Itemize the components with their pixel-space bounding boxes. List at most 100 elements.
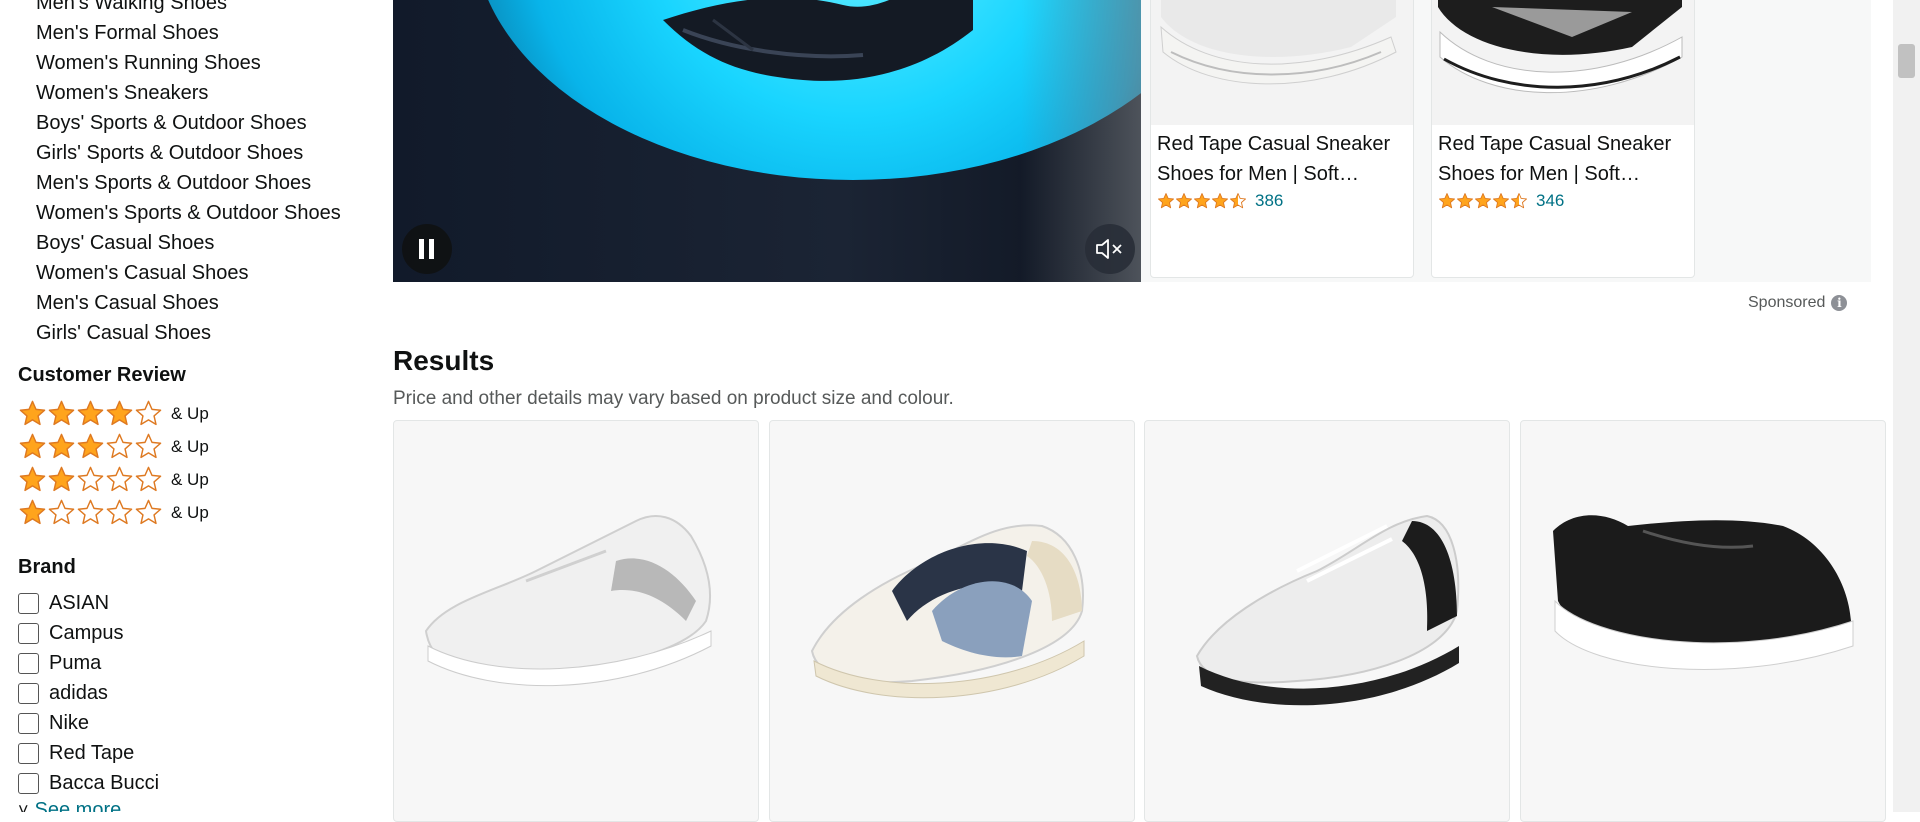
category-link[interactable]: Women's Running Shoes bbox=[36, 48, 341, 78]
brand-filter-bacca-bucci[interactable]: Bacca Bucci bbox=[18, 768, 159, 798]
sponsored-product-card[interactable]: Red Tape Casual Sneaker Shoes for Men | … bbox=[1431, 0, 1695, 278]
star-icon bbox=[48, 466, 75, 492]
product-card[interactable] bbox=[1144, 420, 1510, 822]
product-image bbox=[810, 524, 1085, 699]
info-icon[interactable]: i bbox=[1831, 295, 1848, 311]
title-line: Shoes for Men | Soft… bbox=[1157, 163, 1359, 185]
star-icon bbox=[106, 466, 133, 492]
sponsored-product-card[interactable]: Red Tape Casual Sneaker Shoes for Men | … bbox=[1150, 0, 1414, 278]
sponsored-label[interactable]: Sponsored i bbox=[1748, 294, 1848, 312]
category-link[interactable]: Men's Formal Shoes bbox=[36, 18, 341, 48]
checkbox[interactable] bbox=[18, 652, 39, 674]
star-icon bbox=[135, 466, 162, 492]
star-icon bbox=[135, 400, 162, 426]
star-rating bbox=[18, 498, 163, 527]
rating-count[interactable]: 346 bbox=[1536, 191, 1564, 211]
star-icon bbox=[48, 400, 75, 426]
category-link[interactable]: Men's Sports & Outdoor Shoes bbox=[36, 168, 341, 198]
rating-count[interactable]: 386 bbox=[1255, 191, 1283, 211]
star-icon bbox=[48, 433, 75, 459]
brand-filter-asian[interactable]: ASIAN bbox=[18, 588, 109, 618]
mute-button[interactable] bbox=[1085, 224, 1135, 274]
checkbox[interactable] bbox=[18, 742, 39, 764]
star-icon bbox=[135, 433, 162, 459]
checkbox[interactable] bbox=[18, 592, 39, 614]
product-image bbox=[1195, 514, 1460, 706]
sponsored-video[interactable] bbox=[393, 0, 1141, 282]
customer-review-heading: Customer Review bbox=[18, 364, 186, 386]
category-link[interactable]: Women's Casual Shoes bbox=[36, 258, 341, 288]
product-title[interactable]: Red Tape Casual Sneaker Shoes for Men | … bbox=[1157, 129, 1407, 189]
brand-filter-campus[interactable]: Campus bbox=[18, 618, 123, 648]
star-rating bbox=[18, 432, 163, 461]
category-link[interactable]: Boys' Sports & Outdoor Shoes bbox=[36, 108, 341, 138]
product-image bbox=[1553, 515, 1854, 670]
pause-icon bbox=[419, 239, 434, 259]
sponsored-text: Sponsored bbox=[1748, 294, 1826, 311]
category-link[interactable]: Men's Walking Shoes bbox=[36, 0, 341, 18]
chevron-down-icon: ˅ bbox=[18, 800, 29, 812]
star-icon bbox=[135, 499, 162, 525]
star-icon bbox=[106, 433, 133, 459]
category-link[interactable]: Men's Casual Shoes bbox=[36, 288, 341, 318]
title-line: Red Tape Casual Sneaker bbox=[1438, 133, 1672, 155]
review-filter-2-up[interactable]: & Up bbox=[18, 463, 209, 496]
star-icon bbox=[48, 499, 75, 525]
brand-label: Bacca Bucci bbox=[49, 771, 160, 794]
product-card[interactable] bbox=[1520, 420, 1886, 822]
brand-label: Campus bbox=[49, 621, 124, 644]
category-list: Men's Walking Shoes Men's Formal Shoes W… bbox=[36, 0, 341, 348]
vertical-scrollbar[interactable] bbox=[1893, 0, 1920, 812]
brand-filter-red-tape[interactable]: Red Tape bbox=[18, 738, 134, 768]
title-line: Shoes for Men | Soft… bbox=[1438, 163, 1640, 185]
star-rating bbox=[18, 465, 163, 494]
product-card[interactable] bbox=[769, 420, 1135, 822]
checkbox[interactable] bbox=[18, 772, 39, 794]
pause-button[interactable] bbox=[402, 224, 452, 274]
brand-label: Nike bbox=[49, 711, 90, 734]
star-icon bbox=[106, 499, 133, 525]
product-rating[interactable]: 386 bbox=[1157, 191, 1283, 211]
see-more-label: See more bbox=[34, 799, 122, 812]
star-icon bbox=[1194, 193, 1210, 209]
product-image bbox=[1151, 0, 1413, 125]
star-rating bbox=[18, 399, 163, 428]
scrollbar-thumb[interactable] bbox=[1898, 44, 1915, 78]
star-rating bbox=[1438, 192, 1528, 210]
review-filter-3-up[interactable]: & Up bbox=[18, 430, 209, 463]
and-up-label: & Up bbox=[171, 403, 209, 423]
star-icon bbox=[1158, 193, 1174, 209]
category-link[interactable]: Girls' Sports & Outdoor Shoes bbox=[36, 138, 341, 168]
see-more-link[interactable]: ˅ See more bbox=[18, 799, 121, 812]
product-rating[interactable]: 346 bbox=[1438, 191, 1564, 211]
and-up-label: & Up bbox=[171, 469, 209, 489]
product-image bbox=[424, 515, 712, 687]
brand-filter-puma[interactable]: Puma bbox=[18, 648, 101, 678]
star-icon bbox=[19, 466, 46, 492]
star-icon bbox=[1457, 193, 1473, 209]
review-filter-4-up[interactable]: & Up bbox=[18, 397, 209, 430]
brand-label: Puma bbox=[49, 651, 102, 674]
and-up-label: & Up bbox=[171, 436, 209, 456]
checkbox[interactable] bbox=[18, 622, 39, 644]
checkbox[interactable] bbox=[18, 712, 39, 734]
star-icon bbox=[1439, 193, 1455, 209]
product-title[interactable]: Red Tape Casual Sneaker Shoes for Men | … bbox=[1438, 129, 1688, 189]
category-link[interactable]: Women's Sneakers bbox=[36, 78, 341, 108]
category-link[interactable]: Boys' Casual Shoes bbox=[36, 228, 341, 258]
star-icon bbox=[106, 400, 133, 426]
title-line: Red Tape Casual Sneaker bbox=[1157, 133, 1391, 155]
category-link[interactable]: Girls' Casual Shoes bbox=[36, 318, 341, 348]
product-image bbox=[1432, 0, 1694, 125]
brand-filter-adidas[interactable]: adidas bbox=[18, 678, 108, 708]
category-link[interactable]: Women's Sports & Outdoor Shoes bbox=[36, 198, 341, 228]
brand-label: adidas bbox=[49, 681, 108, 704]
checkbox[interactable] bbox=[18, 682, 39, 704]
muted-speaker-icon bbox=[1096, 239, 1122, 259]
star-icon bbox=[77, 400, 104, 426]
results-subtitle: Price and other details may vary based o… bbox=[393, 388, 954, 409]
brand-filter-nike[interactable]: Nike bbox=[18, 708, 89, 738]
review-filter-1-up[interactable]: & Up bbox=[18, 496, 209, 529]
results-heading: Results bbox=[393, 345, 495, 376]
product-card[interactable] bbox=[393, 420, 759, 822]
